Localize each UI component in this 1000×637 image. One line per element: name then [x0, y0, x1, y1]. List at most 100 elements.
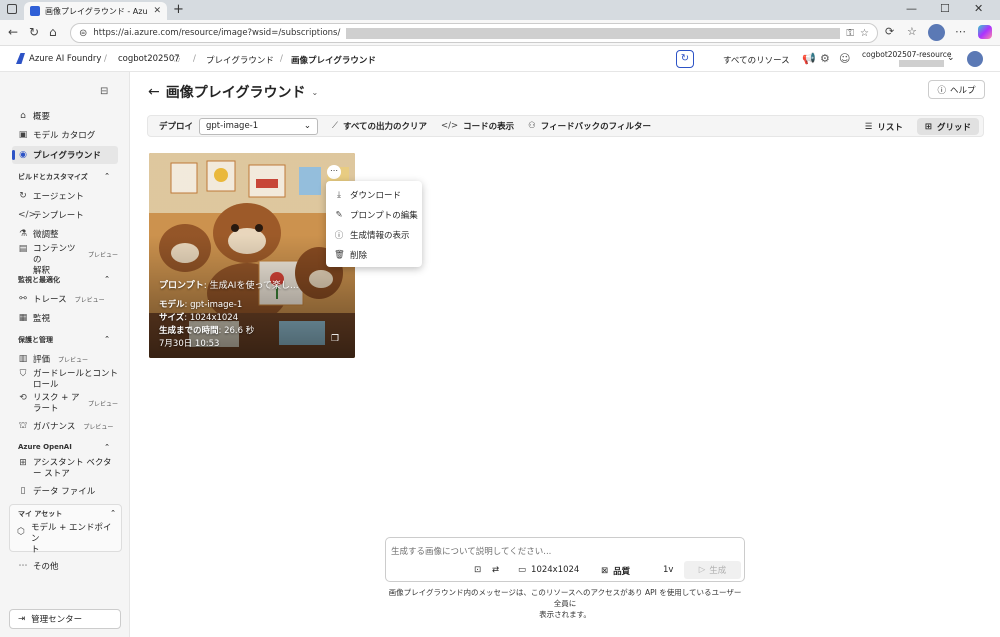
template-icon: </>: [18, 210, 37, 220]
size-selector[interactable]: ▭ 1024x1024: [518, 565, 579, 575]
announcement-icon[interactable]: 📢: [802, 52, 816, 65]
breadcrumb-separator: /: [280, 54, 283, 64]
resource-selector[interactable]: cogbot202507-resource: [862, 50, 952, 67]
shield-icon: ⛉: [19, 369, 27, 379]
help-button[interactable]: ⓘ ヘルプ: [928, 80, 985, 99]
sidebar-item-vector-store[interactable]: ⊞ アシスタント ベクター ストア: [18, 458, 118, 480]
count-selector[interactable]: 1v: [663, 565, 673, 575]
sidebar-item-risk-alerts[interactable]: ⟲ リスク + アラート プレビュー: [18, 393, 118, 415]
menu-item-delete[interactable]: 🗑 削除: [326, 245, 422, 265]
settings-gear-icon[interactable]: ⚙: [820, 52, 830, 65]
sidebar-item-model-catalog[interactable]: ▣ モデル カタログ: [18, 129, 118, 141]
management-icon: ⇥: [18, 614, 26, 624]
chevron-down-icon[interactable]: ⌄: [311, 88, 318, 97]
tab-favicon-icon: [30, 6, 40, 16]
favorite-star-icon[interactable]: ☆: [860, 28, 869, 39]
feedback-filter-button[interactable]: ⚇ フィードバックのフィルター: [528, 120, 651, 132]
generated-image-card[interactable]: ⋯ プロンプト: 生成AIを使って楽し... モデル: gpt-image-1 …: [149, 153, 355, 358]
more-options-icon[interactable]: ⋯: [327, 165, 341, 179]
trace-icon: ⚯: [19, 294, 27, 304]
window-menu-icon[interactable]: [7, 4, 17, 14]
view-code-button[interactable]: </> コードの表示: [441, 120, 514, 132]
sidebar-item-monitor[interactable]: ▦ 監視: [18, 312, 118, 324]
send-icon: ▷: [698, 565, 706, 575]
sidebar-item-content-understanding[interactable]: ▤ コンテンツの 解釈 プレビュー: [18, 244, 118, 277]
management-center-button[interactable]: ⇥ 管理センター: [9, 609, 121, 629]
sidebar-item-evaluation[interactable]: ▥ 評価 プレビュー: [18, 353, 118, 365]
image-upload-icon[interactable]: ⊡: [474, 565, 481, 575]
evaluation-icon: ▥: [18, 354, 28, 364]
home-icon[interactable]: ⌂: [49, 25, 57, 39]
tab-close-icon[interactable]: ✕: [153, 6, 161, 16]
sidebar-item-models-endpoints[interactable]: ⬡ モデル + エンドポイント: [16, 523, 116, 556]
list-view-button[interactable]: ☰ リスト: [857, 118, 911, 135]
home-icon: ⌂: [20, 111, 26, 121]
prompt-input[interactable]: 生成する画像について説明してください...: [391, 545, 551, 557]
tab-title: 画像プレイグラウンド - Azure AI Foun: [45, 6, 148, 16]
breadcrumb-current: 画像プレイグラウンド: [291, 56, 376, 66]
menu-item-download[interactable]: ⤓ ダウンロード: [326, 185, 422, 205]
feedback-smiley-icon[interactable]: ☺: [839, 52, 850, 65]
site-info-icon[interactable]: ⊜: [79, 28, 87, 39]
menu-item-generation-info[interactable]: ⓘ 生成情報の表示: [326, 225, 422, 245]
chevron-down-icon[interactable]: ◌: [173, 54, 180, 64]
page-title: ← 画像プレイグラウンド ⌄: [148, 84, 319, 101]
quality-selector[interactable]: ⊠ 品質: [601, 565, 630, 577]
more-options-icon[interactable]: ⋯: [955, 25, 966, 38]
copilot-icon[interactable]: [978, 25, 992, 39]
maximize-icon[interactable]: ☐: [940, 2, 950, 15]
list-icon: ☰: [864, 121, 873, 132]
minimize-icon[interactable]: —: [906, 2, 917, 15]
clear-outputs-button[interactable]: ⟋ すべての出力のクリア: [332, 120, 427, 132]
back-arrow-icon[interactable]: ←: [148, 84, 160, 100]
breadcrumb-playground[interactable]: プレイグラウンド: [206, 54, 274, 66]
sidebar-item-overview[interactable]: ⌂ 概要: [18, 110, 118, 122]
new-tab-icon[interactable]: +: [173, 2, 184, 17]
sidebar-group-assets[interactable]: マイ アセット ⌃: [18, 509, 116, 519]
toolbar: デプロイ gpt-image-1 ⌄ ⟋ すべての出力のクリア </> コードの…: [147, 115, 984, 137]
chevron-down-icon[interactable]: ⌄: [947, 53, 955, 63]
extensions-icon[interactable]: ⟳: [885, 25, 894, 38]
grid-icon: ⊞: [924, 121, 932, 132]
user-avatar[interactable]: [967, 51, 983, 67]
sidebar-item-playground[interactable]: ◉ プレイグラウンド: [12, 146, 118, 164]
delete-icon: 🗑: [334, 250, 345, 260]
sidebar-item-governance[interactable]: ⛫ ガバナンス プレビュー: [18, 420, 118, 433]
url-field[interactable]: ⊜ https://ai.azure.com/resource/image?ws…: [70, 23, 878, 43]
sidebar-group-protect[interactable]: 保護と管理 ⌃: [18, 335, 110, 345]
settings-sliders-icon[interactable]: ⇄: [492, 565, 499, 575]
sidebar: ⊟ ⌂ 概要 ▣ モデル カタログ ◉ プレイグラウンド ビルドとカスタマイズ ⌃…: [0, 72, 130, 637]
info-icon: ⓘ: [334, 231, 344, 241]
chevron-up-icon: ⌃: [104, 275, 110, 283]
brand-logo[interactable]: Azure AI Foundry: [16, 53, 101, 64]
sidebar-item-guardrails[interactable]: ⛉ ガードレールとコント ロール: [18, 369, 118, 391]
refresh-icon[interactable]: ↻: [29, 25, 39, 39]
preview-badge: プレビュー: [87, 401, 118, 408]
deployment-select[interactable]: gpt-image-1 ⌄: [199, 117, 319, 135]
sidebar-item-more[interactable]: ⋯ その他: [18, 560, 118, 572]
browser-tab[interactable]: 画像プレイグラウンド - Azure AI Foun ✕: [24, 2, 167, 20]
collapse-sidebar-icon[interactable]: ⊟: [100, 86, 108, 97]
help-icon: ⓘ: [937, 85, 946, 96]
sidebar-group-build[interactable]: ビルドとカスタマイズ ⌃: [18, 172, 110, 182]
sidebar-item-agents[interactable]: ↻ エージェント: [18, 190, 118, 202]
brand-name: Azure AI Foundry: [29, 53, 102, 64]
grid-view-button[interactable]: ⊞ グリッド: [916, 118, 979, 135]
menu-item-edit-prompt[interactable]: ✎ プロンプトの編集: [326, 205, 422, 225]
profile-avatar[interactable]: [928, 24, 945, 41]
breadcrumb-project[interactable]: cogbot202507: [118, 54, 180, 64]
sidebar-item-trace[interactable]: ⚯ トレース プレビュー: [18, 293, 118, 305]
generate-button[interactable]: ▷ 生成: [684, 561, 741, 579]
sidebar-group-monitor[interactable]: 監視と最適化 ⌃: [18, 275, 110, 285]
close-window-icon[interactable]: ✕: [974, 2, 983, 15]
key-icon[interactable]: ⚿: [846, 28, 854, 39]
all-resources-link[interactable]: すべてのリソース: [723, 54, 790, 66]
copy-icon[interactable]: ❐: [331, 334, 339, 344]
sidebar-item-templates[interactable]: </> テンプレート: [18, 209, 118, 221]
back-icon[interactable]: ←: [8, 25, 18, 39]
favorites-icon[interactable]: ☆: [907, 25, 917, 38]
sidebar-item-fine-tune[interactable]: ⚗ 微調整: [18, 228, 118, 240]
sidebar-group-openai[interactable]: Azure OpenAI ⌃: [18, 443, 110, 451]
sidebar-item-data-files[interactable]: ▯ データ ファイル: [18, 485, 118, 497]
sync-icon[interactable]: ↻: [676, 50, 694, 68]
